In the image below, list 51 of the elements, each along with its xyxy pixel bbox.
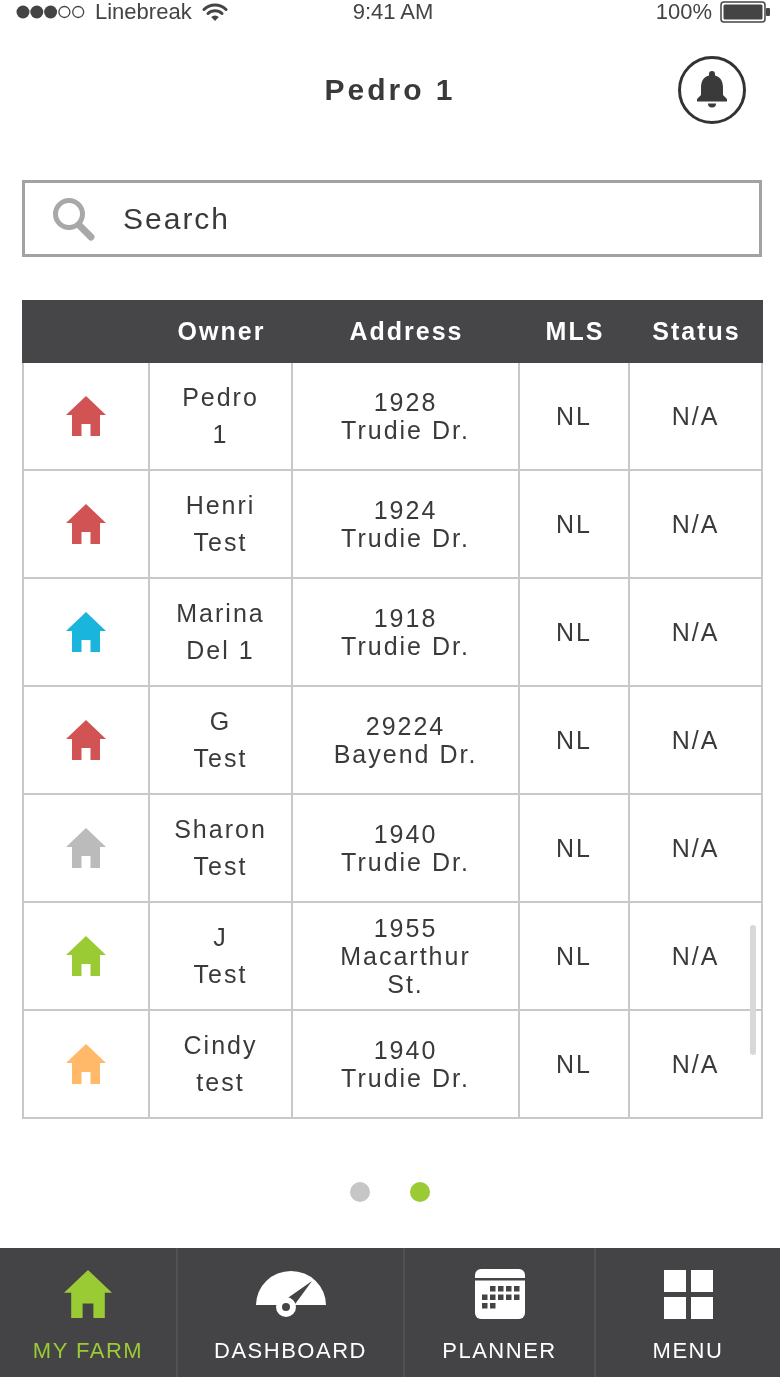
column-header: Owner [176, 317, 267, 346]
column-header: MLS [544, 317, 606, 346]
table-cell: Pedro 1 [150, 363, 293, 471]
table-cell: Marina Del 1 [150, 579, 293, 687]
column-header: Address [348, 317, 465, 346]
column-header: Status [651, 317, 742, 346]
table-cell: N/A [630, 795, 763, 903]
tab-button[interactable]: DASHBOARD [176, 1248, 403, 1377]
bell-icon [696, 71, 728, 109]
table-cell: 1940 Trudie Dr. [293, 1011, 520, 1119]
table-cell: N/A [630, 687, 763, 795]
table-cell: NL [520, 471, 630, 579]
table-cell: 1940 Trudie Dr. [293, 795, 520, 903]
table-cell: Sharon Test [150, 795, 293, 903]
table-cell: NL [520, 579, 630, 687]
pagination-dot[interactable] [350, 1182, 370, 1202]
battery-percentage: 100% [655, 0, 712, 24]
signal-icon [16, 5, 85, 19]
table-cell: Cindy test [150, 1011, 293, 1119]
table-cell: NL [520, 903, 630, 1011]
table-cell: N/A [630, 363, 763, 471]
grid-icon [663, 1269, 713, 1319]
table-cell: NL [520, 363, 630, 471]
tab-button[interactable]: MENU [594, 1248, 780, 1377]
table-cell: G Test [150, 687, 293, 795]
table-cell: NL [520, 795, 630, 903]
table-cell: N/A [630, 471, 763, 579]
table-cell: 1918 Trudie Dr. [293, 579, 520, 687]
gauge-icon [255, 1271, 326, 1317]
search-icon [52, 197, 95, 241]
wifi-icon [201, 2, 228, 22]
table-cell: 1928 Trudie Dr. [293, 363, 520, 471]
table-cell: 1924 Trudie Dr. [293, 471, 520, 579]
table-cell: N/A [630, 579, 763, 687]
table-cell: 1955 Macarthur St. [293, 903, 520, 1011]
scrollbar[interactable] [750, 925, 756, 1055]
table-cell: 29224 Bayend Dr. [293, 687, 520, 795]
search-field[interactable]: Search [22, 180, 762, 257]
tab-button[interactable]: MY FARM [0, 1248, 176, 1377]
clock-time: 9:41 AM [352, 0, 434, 24]
calendar-icon [474, 1269, 525, 1319]
carrier-name: Linebreak [95, 0, 192, 24]
tab-button[interactable]: PLANNER [403, 1248, 594, 1377]
house-icon [64, 1270, 112, 1318]
battery-icon [720, 1, 770, 23]
table-cell: NL [520, 1011, 630, 1119]
page-title: Pedro 1 [324, 73, 456, 107]
table-cell: Henri Test [150, 471, 293, 579]
pagination-dot[interactable] [410, 1182, 430, 1202]
table-cell: J Test [150, 903, 293, 1011]
table-cell: NL [520, 687, 630, 795]
